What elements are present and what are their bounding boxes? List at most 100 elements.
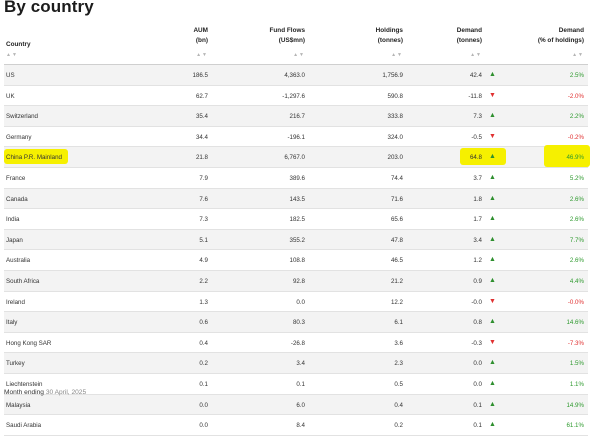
header-holdings[interactable]: Holdings (tonnes) <box>376 26 403 46</box>
triangle-up-icon: ▲ <box>489 235 496 243</box>
cell-aum: 1.3 <box>199 298 208 306</box>
cell-country: Saudi Arabia <box>6 422 42 430</box>
cell-country: Malaysia <box>6 401 31 409</box>
cell-country: Liechtenstein <box>6 380 43 388</box>
cell-country: UK <box>6 92 15 100</box>
cell-holdings: 203.0 <box>387 154 403 162</box>
cell-country: Germany <box>6 133 32 141</box>
cell-country: Japan <box>6 236 23 244</box>
sort-icon[interactable]: ▲▼ <box>6 52 18 58</box>
cell-holdings: 590.8 <box>387 92 403 100</box>
cell-demand: 0.0 <box>473 360 482 368</box>
cell-aum: 5.1 <box>199 236 208 244</box>
cell-holdings: 47.8 <box>390 236 403 244</box>
header-demand[interactable]: Demand (tonnes) <box>457 26 482 46</box>
cell-holdings: 65.6 <box>390 216 403 224</box>
sort-icon[interactable]: ▲▼ <box>196 52 208 58</box>
cell-aum: 62.7 <box>195 92 208 100</box>
cell-demand: 3.4 <box>473 236 482 244</box>
cell-fund-flows: 4,363.0 <box>284 72 305 79</box>
cell-demand-pct: -0.2% <box>567 133 584 141</box>
cell-fund-flows: 6.0 <box>296 401 305 409</box>
table-row: France 7.9 389.6 74.4 3.7 ▲ 5.2% <box>4 168 588 189</box>
table-row: Australia 4.9 108.8 46.5 1.2 ▲ 2.6% <box>4 250 588 271</box>
cell-aum: 0.0 <box>199 422 208 430</box>
cell-holdings: 12.2 <box>390 298 403 306</box>
cell-fund-flows: 3.4 <box>296 360 305 368</box>
cell-holdings: 74.4 <box>390 174 403 182</box>
cell-country: China P.R. Mainland <box>6 154 62 162</box>
country-table: Country AUM (bn) Fund Flows (US$mn) Hold… <box>4 22 590 436</box>
cell-aum: 0.6 <box>199 319 208 327</box>
cell-holdings: 71.6 <box>390 195 403 203</box>
cell-fund-flows: 182.5 <box>289 216 305 224</box>
header-flows-unit: (US$mn) <box>278 37 305 44</box>
sort-icon[interactable]: ▲▼ <box>572 52 584 58</box>
cell-demand: 7.3 <box>473 113 482 121</box>
cell-demand-pct: 2.6% <box>569 195 584 203</box>
triangle-up-icon: ▲ <box>489 173 496 181</box>
table-row: Malaysia 0.0 6.0 0.4 0.1 ▲ 14.9% <box>4 394 588 416</box>
header-fund-flows[interactable]: Fund Flows (US$mn) <box>270 26 306 46</box>
triangle-up-icon: ▲ <box>489 215 496 223</box>
header-demand-pct[interactable]: Demand (% of holdings) <box>538 26 584 46</box>
cell-country: France <box>6 174 26 182</box>
triangle-down-icon: ▼ <box>489 91 496 99</box>
table-row: China P.R. Mainland 21.8 6,767.0 203.0 64.8 ▲… <box>4 145 590 168</box>
table-row: Ireland 1.3 0.0 12.2 -0.0 ▼ -0.0% <box>4 292 588 313</box>
triangle-up-icon: ▲ <box>489 400 496 408</box>
cell-aum: 35.4 <box>195 113 208 121</box>
cell-holdings: 46.5 <box>390 257 403 265</box>
triangle-up-icon: ▲ <box>489 359 496 367</box>
cell-demand: 1.7 <box>473 216 482 224</box>
header-country[interactable]: Country <box>6 40 31 50</box>
cell-demand: -11.8 <box>468 92 482 100</box>
cell-aum: 7.3 <box>199 216 208 224</box>
triangle-up-icon: ▲ <box>489 153 496 161</box>
cell-demand-pct: -0.0% <box>567 298 584 306</box>
sort-icon[interactable]: ▲▼ <box>470 52 482 58</box>
triangle-down-icon: ▼ <box>489 132 496 140</box>
cell-demand: 64.8 <box>469 154 482 162</box>
triangle-down-icon: ▼ <box>489 297 496 305</box>
cell-country: Italy <box>6 319 18 327</box>
cell-holdings: 0.5 <box>394 380 403 388</box>
cell-aum: 21.8 <box>195 154 208 162</box>
cell-demand-pct: 46.9% <box>566 154 584 162</box>
triangle-up-icon: ▲ <box>489 71 496 78</box>
sort-icon[interactable]: ▲▼ <box>293 52 305 58</box>
cell-aum: 0.4 <box>199 339 208 347</box>
header-demand-pct-label: Demand <box>558 27 584 34</box>
cell-country: Australia <box>6 257 31 265</box>
cell-holdings: 333.8 <box>387 113 403 121</box>
table-row: South Africa 2.2 92.8 21.2 0.9 ▲ 4.4% <box>4 270 588 292</box>
table-row: Japan 5.1 355.2 47.8 3.4 ▲ 7.7% <box>4 229 588 251</box>
cell-demand: 3.7 <box>473 174 482 182</box>
cell-fund-flows: -26.8 <box>290 339 305 347</box>
cell-country: Canada <box>6 195 28 203</box>
table-row: Canada 7.6 143.5 71.6 1.8 ▲ 2.6% <box>4 188 588 210</box>
header-holdings-unit: (tonnes) <box>377 37 403 44</box>
cell-fund-flows: 6,767.0 <box>284 154 305 162</box>
cell-demand-pct: 4.4% <box>569 277 584 285</box>
cell-fund-flows: 8.4 <box>296 422 305 430</box>
footer-note: Month ending 30 April, 2025 <box>4 389 86 396</box>
sort-icon[interactable]: ▲▼ <box>391 52 403 58</box>
cell-holdings: 1,756.9 <box>382 72 403 79</box>
cell-demand: 0.8 <box>473 319 482 327</box>
header-aum[interactable]: AUM (bn) <box>193 26 208 46</box>
cell-demand-pct: -2.0% <box>567 92 584 100</box>
table-row: Italy 0.6 80.3 6.1 0.8 ▲ 14.6% <box>4 312 588 333</box>
table-header: Country AUM (bn) Fund Flows (US$mn) Hold… <box>4 22 588 65</box>
cell-fund-flows: 389.6 <box>289 174 305 182</box>
triangle-down-icon: ▼ <box>489 338 496 346</box>
cell-country: India <box>6 216 20 224</box>
cell-fund-flows: 0.1 <box>296 380 305 388</box>
table-row: US 186.5 4,363.0 1,756.9 42.4 ▲ 2.5% <box>4 65 588 86</box>
cell-demand-pct: 2.5% <box>569 72 584 79</box>
table-row: Liechtenstein 0.1 0.1 0.5 0.0 ▲ 1.1% <box>4 374 588 395</box>
cell-demand-pct: 7.7% <box>569 236 584 244</box>
triangle-up-icon: ▲ <box>489 318 496 326</box>
cell-demand: 0.1 <box>473 401 482 409</box>
cell-demand: 42.4 <box>469 72 482 79</box>
